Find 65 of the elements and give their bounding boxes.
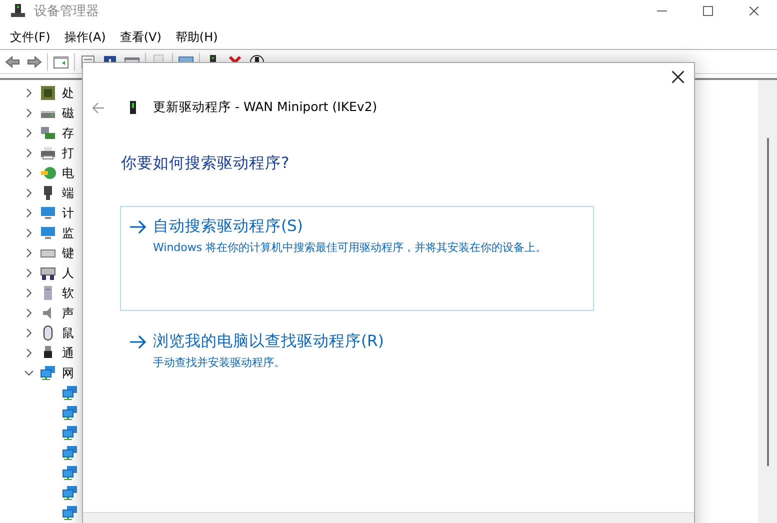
tree-item-label[interactable]: 键	[62, 244, 74, 262]
chevron-right-icon[interactable]	[24, 348, 34, 358]
chevron-right-icon[interactable]	[24, 308, 34, 318]
tree-item-label[interactable]: 电	[62, 164, 74, 182]
tree-item-label[interactable]: 声	[62, 304, 74, 322]
menu-item[interactable]: 操作(A)	[57, 28, 113, 46]
network-icon[interactable]	[62, 405, 78, 421]
option-description: Windows 将在你的计算机中搜索最佳可用驱动程序，并将其安装在你的设备上。	[153, 240, 547, 255]
maximize-icon[interactable]	[702, 5, 714, 17]
computer-icon	[40, 205, 56, 221]
tree-item-label[interactable]: 监	[62, 224, 74, 242]
processor-icon	[40, 85, 56, 101]
option-title: 浏览我的电脑以查找驱动程序(R)	[153, 331, 384, 352]
tree-item-label[interactable]: 存	[62, 124, 74, 142]
chevron-right-icon[interactable]	[24, 208, 34, 218]
search-option[interactable]: 自动搜索驱动程序(S) Windows 将在你的计算机中搜索最佳可用驱动程序，并将其安装在你的设备上。	[120, 206, 594, 311]
monitor-icon	[40, 225, 56, 241]
menu-item[interactable]: 帮助(H)	[168, 28, 225, 46]
battery-icon	[40, 165, 56, 181]
tree-item-label[interactable]: 鼠	[62, 324, 74, 342]
tree-item-label[interactable]: 打	[62, 144, 74, 162]
chevron-right-icon[interactable]	[24, 288, 34, 298]
search-option[interactable]: 浏览我的电脑以查找驱动程序(R) 手动查找并安装驱动程序。	[120, 321, 594, 371]
chevron-right-icon[interactable]	[24, 328, 34, 338]
storage-icon	[40, 125, 56, 141]
chevron-right-icon[interactable]	[24, 108, 34, 118]
network-icon[interactable]	[62, 465, 78, 481]
network-icon[interactable]	[62, 445, 78, 461]
chevron-right-icon[interactable]	[24, 268, 34, 278]
network-icon[interactable]	[62, 485, 78, 501]
dialog-title: 更新驱动程序 - WAN Miniport (IKEv2)	[153, 99, 378, 116]
chevron-down-icon[interactable]	[24, 368, 34, 378]
chevron-right-icon[interactable]	[24, 88, 34, 98]
window-title: 设备管理器	[34, 3, 99, 20]
close-icon[interactable]	[748, 5, 760, 17]
close-icon[interactable]	[670, 69, 686, 85]
tree-item-label[interactable]: 软	[62, 284, 74, 302]
chevron-right-icon[interactable]	[24, 168, 34, 178]
chevron-right-icon[interactable]	[24, 188, 34, 198]
back-arrow-icon[interactable]	[91, 100, 105, 114]
option-description: 手动查找并安装驱动程序。	[153, 355, 286, 370]
network-icon	[40, 365, 56, 381]
tree-item-label[interactable]: 通	[62, 344, 74, 362]
chevron-right-icon[interactable]	[24, 128, 34, 138]
tree-item-label[interactable]: 端	[62, 184, 74, 202]
tree-item-label[interactable]: 处	[62, 84, 74, 102]
menu-item[interactable]: 文件(F)	[3, 28, 58, 46]
scrollbar[interactable]	[758, 80, 777, 523]
chevron-right-icon[interactable]	[24, 248, 34, 258]
arrow-icon	[129, 220, 147, 234]
network-icon[interactable]	[62, 385, 78, 401]
dialog-heading: 你要如何搜索驱动程序?	[121, 153, 290, 174]
device-manager-icon	[10, 3, 26, 19]
chevron-right-icon[interactable]	[24, 228, 34, 238]
tree-item-label[interactable]: 人	[62, 264, 74, 282]
option-title: 自动搜索驱动程序(S)	[153, 216, 304, 237]
arrow-icon	[129, 335, 147, 349]
network-icon[interactable]	[62, 425, 78, 441]
tree-item-label[interactable]: 磁	[62, 104, 74, 122]
chevron-right-icon[interactable]	[24, 148, 34, 158]
printer-icon	[40, 145, 56, 161]
tree-item-label[interactable]: 计	[62, 204, 74, 222]
menu-item[interactable]: 查看(V)	[112, 28, 168, 46]
network-icon[interactable]	[62, 505, 78, 521]
tree-item-label[interactable]: 网	[62, 364, 74, 382]
